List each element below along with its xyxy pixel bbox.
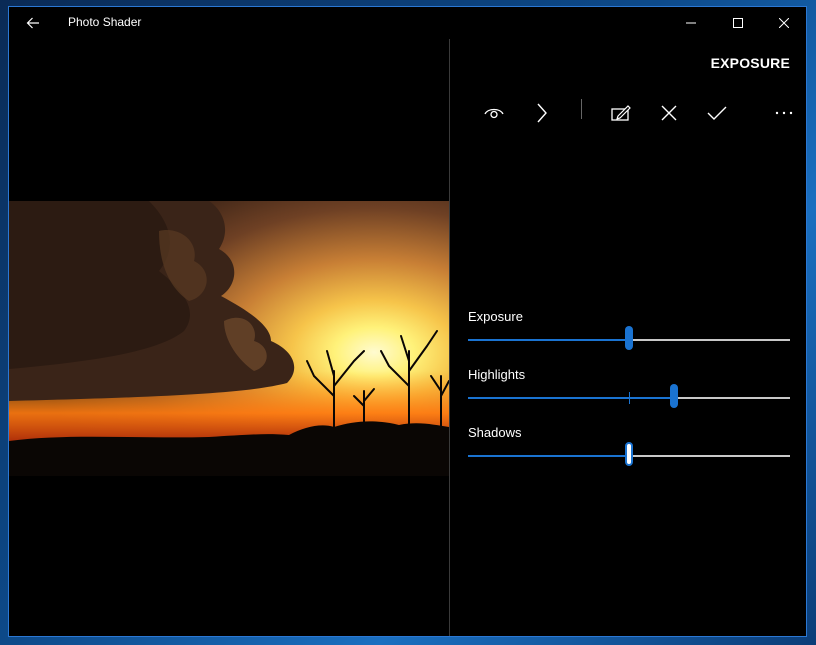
cancel-button[interactable] xyxy=(649,93,689,133)
toolbar-separator xyxy=(581,99,582,119)
panel-title: EXPOSURE xyxy=(710,55,790,71)
more-icon xyxy=(775,111,793,115)
more-button[interactable] xyxy=(764,93,804,133)
close-icon xyxy=(661,105,677,121)
exposure-label: Exposure xyxy=(468,309,523,324)
slider-fill xyxy=(468,397,674,399)
shadows-label: Shadows xyxy=(468,425,522,440)
shadows-slider[interactable] xyxy=(468,442,790,470)
eye-icon xyxy=(484,108,504,119)
highlights-label: Highlights xyxy=(468,367,526,382)
photo-pane xyxy=(9,39,449,636)
maximize-icon xyxy=(733,18,743,28)
close-icon xyxy=(779,18,789,28)
app-title: Photo Shader xyxy=(68,15,142,29)
next-button[interactable] xyxy=(522,93,562,133)
minimize-button[interactable] xyxy=(668,7,714,39)
exposure-slider[interactable] xyxy=(468,326,790,354)
slider-thumb[interactable] xyxy=(670,384,678,408)
apply-button[interactable] xyxy=(697,93,737,133)
minimize-icon xyxy=(686,22,696,24)
highlights-slider[interactable] xyxy=(468,384,790,412)
back-button[interactable] xyxy=(17,7,49,39)
check-icon xyxy=(707,106,727,120)
app-window: Photo Shader EXPOSURE Exposure Highlight… xyxy=(8,6,807,637)
edit-button[interactable] xyxy=(601,93,641,133)
slider-center-tick xyxy=(629,392,630,404)
slider-fill xyxy=(468,455,629,457)
preview-button[interactable] xyxy=(474,93,514,133)
slider-thumb[interactable] xyxy=(625,326,633,350)
slider-fill xyxy=(468,339,629,341)
chevron-right-icon xyxy=(537,103,547,123)
title-bar: Photo Shader xyxy=(9,7,806,39)
edit-icon xyxy=(611,105,631,121)
maximize-button[interactable] xyxy=(715,7,761,39)
window-close-button[interactable] xyxy=(761,7,807,39)
arrow-left-icon xyxy=(26,17,39,29)
sunset-photo xyxy=(9,201,449,476)
adjustment-panel: EXPOSURE Exposure Highlights Shadows xyxy=(450,39,806,636)
slider-thumb[interactable] xyxy=(625,442,633,466)
